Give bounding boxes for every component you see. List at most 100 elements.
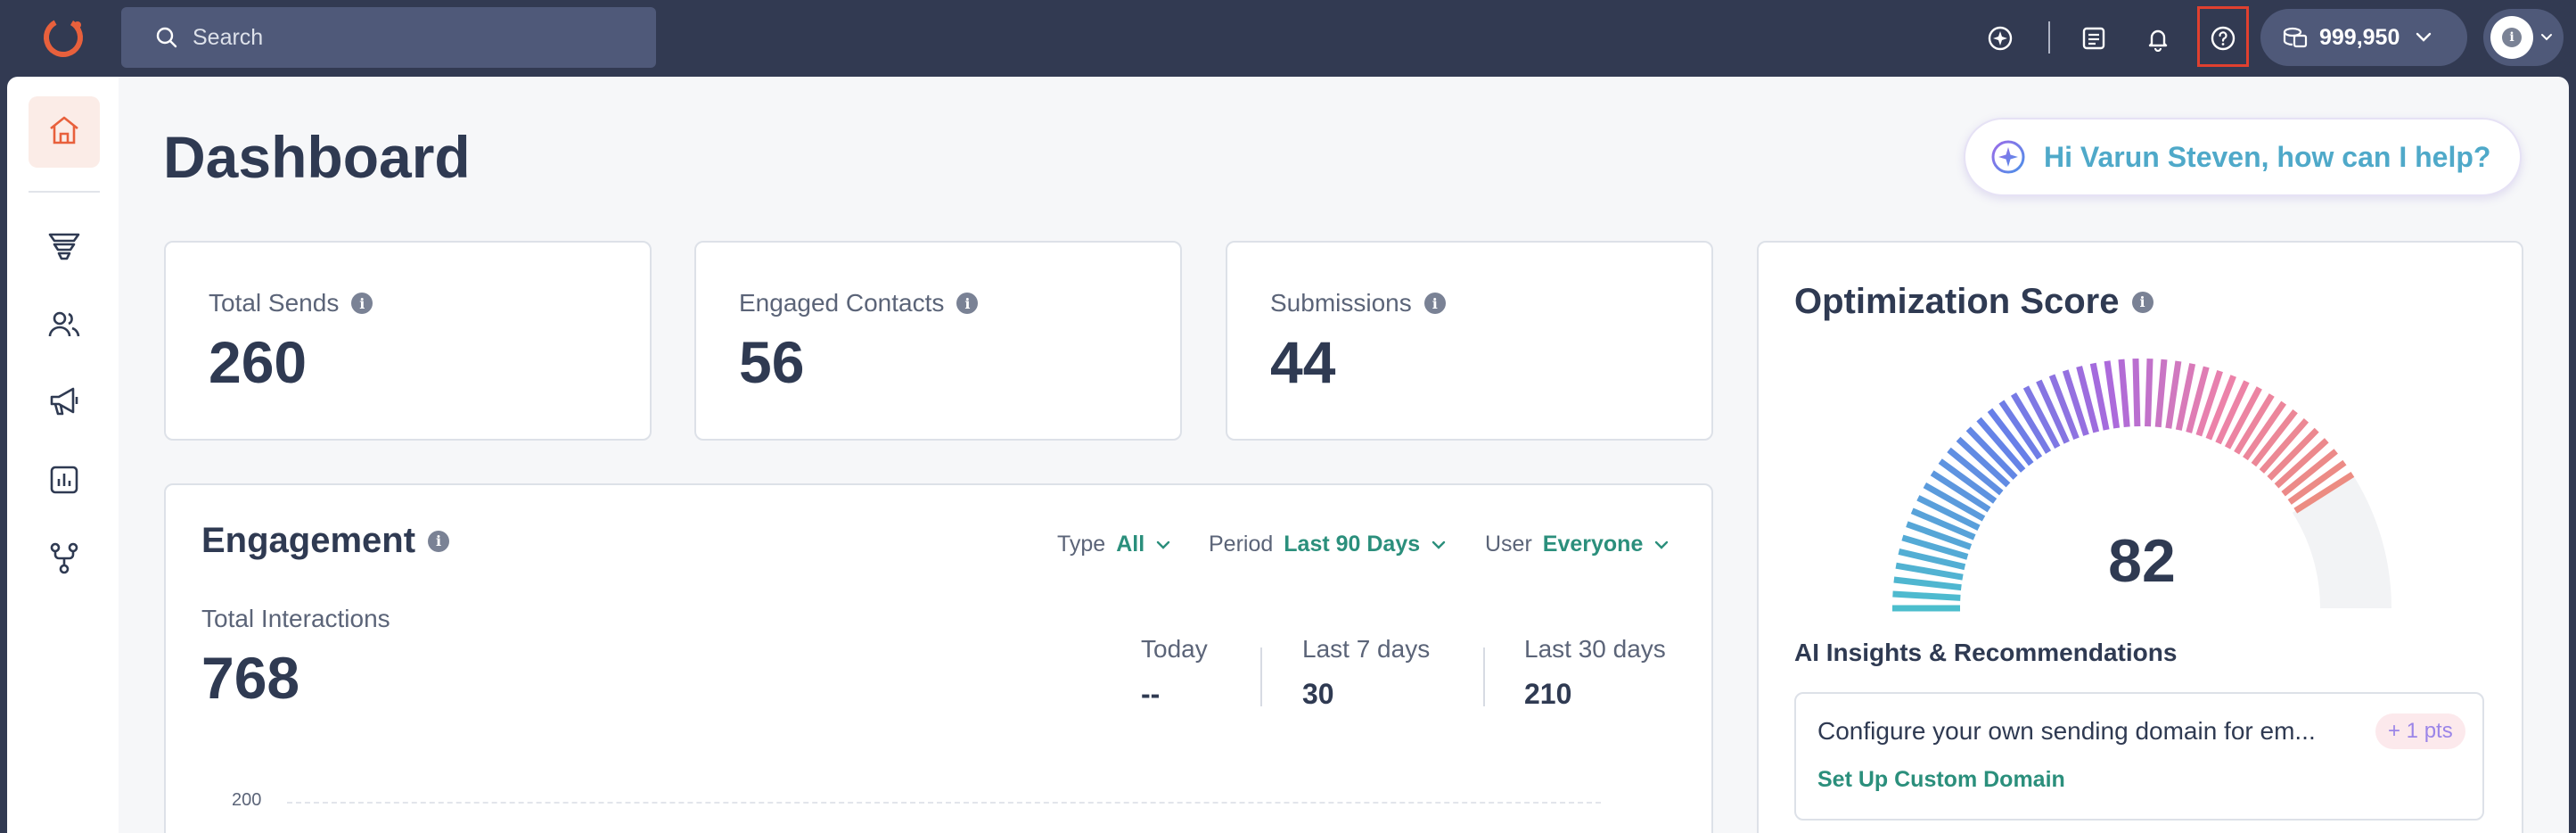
chevron-down-icon: [1432, 540, 1446, 549]
gauge-tick: [1892, 590, 1961, 601]
filter-label: Period: [1209, 532, 1274, 557]
credits-amount: 999,950: [2319, 24, 2400, 50]
info-icon[interactable]: i: [956, 293, 979, 314]
stat-label: Submissions i: [1270, 289, 1446, 318]
filter-value: Everyone: [1542, 532, 1644, 557]
filter-value: Last 90 Days: [1284, 532, 1421, 557]
topbar-divider: [2048, 21, 2050, 54]
gauge-tick: [2104, 360, 2121, 429]
period-filter[interactable]: Period Last 90 Days: [1209, 532, 1447, 557]
period-label: Last 7 days: [1302, 635, 1431, 663]
optimization-title: Optimization Score i: [1794, 282, 2154, 322]
chevron-down-icon: [2540, 33, 2553, 42]
search-icon: [153, 24, 180, 51]
points-badge: + 1 pts: [2375, 713, 2465, 749]
total-interactions-value: 768: [201, 645, 300, 711]
filter-value: All: [1116, 532, 1145, 557]
ai-prompt-text: Hi Varun Steven, how can I help?: [2044, 140, 2491, 173]
info-icon[interactable]: i: [428, 530, 450, 552]
megaphone-icon: [46, 384, 82, 424]
info-icon[interactable]: i: [2131, 291, 2154, 313]
funnel-icon: [46, 228, 82, 268]
engagement-title-text: Engagement: [201, 521, 416, 560]
stat-label: Engaged Contacts i: [739, 289, 979, 318]
gauge-remaining-arc: [2292, 474, 2391, 608]
workflow-icon: [46, 540, 82, 581]
stat-value: 44: [1270, 329, 1336, 395]
ai-assistant-icon[interactable]: [1982, 21, 2018, 56]
stat-value: 56: [739, 329, 805, 395]
user-menu-button[interactable]: i: [2483, 9, 2564, 66]
filter-label: Type: [1057, 532, 1106, 557]
info-icon[interactable]: i: [1423, 293, 1446, 314]
recommendation-card[interactable]: Configure your own sending domain for em…: [1794, 692, 2484, 821]
document-list-icon[interactable]: [2076, 21, 2112, 56]
stat-value: 260: [209, 329, 308, 395]
type-filter[interactable]: Type All: [1057, 532, 1171, 557]
bell-icon[interactable]: [2140, 21, 2176, 56]
info-icon[interactable]: i: [351, 293, 373, 314]
stat-label: Total Sends i: [209, 289, 373, 318]
credits-button[interactable]: 999,950: [2260, 9, 2467, 66]
recommendation-text: Configure your own sending domain for em…: [1817, 717, 2316, 745]
search-placeholder: Search: [193, 24, 264, 50]
sidebar-item-campaigns[interactable]: [29, 367, 100, 439]
period-last-7-days: Last 7 days 30: [1302, 635, 1430, 711]
home-icon: [46, 112, 82, 153]
gauge-tick: [2132, 359, 2141, 427]
avatar: i: [2490, 16, 2533, 59]
stat-card-submissions: Submissions i 44: [1226, 241, 1713, 441]
period-last-30-days: Last 30 days 210: [1524, 635, 1666, 711]
app-logo-icon[interactable]: [40, 14, 86, 61]
total-interactions-label: Total Interactions: [201, 605, 390, 632]
period-value: 30: [1302, 678, 1334, 710]
gauge-tick: [2145, 359, 2154, 427]
credits-stack-icon: [2282, 25, 2309, 50]
chevron-down-icon: [1156, 540, 1170, 549]
ai-assistant-prompt-button[interactable]: Hi Varun Steven, how can I help?: [1964, 118, 2522, 196]
ai-insights-title: AI Insights & Recommendations: [1794, 639, 2178, 666]
stat-card-engaged-contacts: Engaged Contacts i 56: [694, 241, 1182, 441]
stat-label-text: Engaged Contacts: [739, 289, 945, 317]
sidebar-item-contacts[interactable]: [29, 291, 100, 362]
optimization-score-value: 82: [2108, 527, 2176, 595]
period-value: 210: [1524, 678, 1572, 710]
chart-gridline: [287, 802, 1601, 804]
y-axis-tick: 200: [232, 790, 262, 810]
sidebar-item-reports[interactable]: [29, 446, 100, 517]
period-label: Today: [1141, 635, 1208, 663]
top-bar: Search 999,950 i: [0, 0, 2576, 77]
bar-chart-icon: [46, 462, 82, 502]
main-content: Dashboard Hi Varun Steven, how can I hel…: [119, 77, 2569, 833]
sidebar-item-home[interactable]: [29, 96, 100, 168]
gauge-tick: [1893, 576, 1962, 591]
sidebar-item-workflows[interactable]: [29, 524, 100, 596]
page-title: Dashboard: [163, 124, 471, 190]
sidebar-divider: [29, 191, 100, 193]
help-highlight-box: [2197, 6, 2249, 67]
period-divider: [1260, 647, 1262, 706]
period-value: --: [1141, 678, 1161, 710]
sidebar-item-funnel[interactable]: [29, 212, 100, 284]
period-today: Today --: [1141, 635, 1208, 711]
filter-label: User: [1485, 532, 1532, 557]
contacts-icon: [46, 307, 82, 347]
optimization-card: Optimization Score i 82 AI Insights & Re…: [1757, 241, 2523, 833]
engagement-title: Engagement i: [201, 521, 450, 561]
gauge-tick: [2154, 359, 2168, 428]
gauge-tick: [2118, 359, 2130, 427]
search-bar[interactable]: Search: [121, 7, 656, 68]
set-up-custom-domain-link[interactable]: Set Up Custom Domain: [1817, 767, 2065, 793]
engagement-card: Engagement i Type All Period Last 90 Day…: [164, 483, 1713, 833]
gauge-tick: [2165, 360, 2182, 429]
stat-card-total-sends: Total Sends i 260: [164, 241, 652, 441]
optimization-title-text: Optimization Score: [1794, 282, 2120, 321]
ai-sparkle-icon: [1989, 137, 2028, 177]
chevron-down-icon: [1655, 540, 1669, 549]
period-divider: [1483, 647, 1485, 706]
stat-label-text: Total Sends: [209, 289, 340, 317]
period-label: Last 30 days: [1524, 635, 1666, 663]
chevron-down-icon: [2416, 32, 2432, 43]
stat-label-text: Submissions: [1270, 289, 1412, 317]
user-filter[interactable]: User Everyone: [1485, 532, 1669, 557]
